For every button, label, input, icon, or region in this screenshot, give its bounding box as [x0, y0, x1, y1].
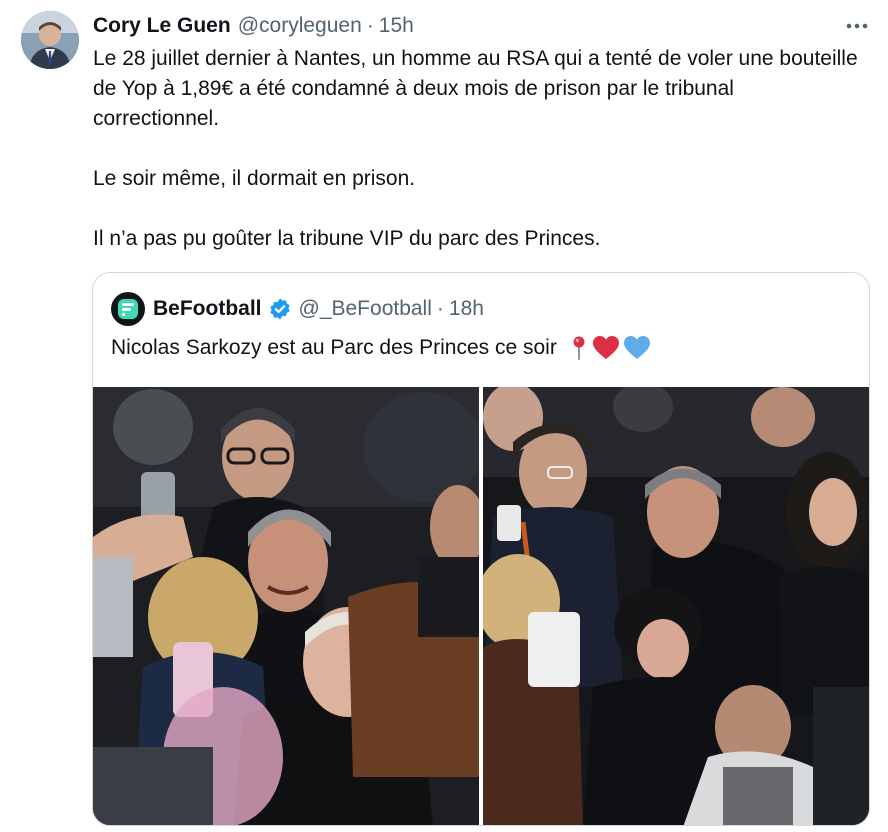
- tweet-timestamp[interactable]: 15h: [379, 14, 414, 38]
- quoted-photo-left[interactable]: [93, 387, 479, 825]
- separator-dot: ·: [436, 297, 444, 320]
- quoted-author-handle[interactable]: @_BeFootball: [299, 297, 432, 321]
- tweet-text: Le 28 juillet dernier à Nantes, un homme…: [93, 44, 863, 254]
- author-name[interactable]: Cory Le Guen: [93, 14, 231, 38]
- round-pushpin-icon: [573, 336, 585, 360]
- red-heart-icon: [592, 336, 619, 359]
- quoted-tweet-header: BeFootball @_BeFootball · 18h: [111, 292, 484, 326]
- quoted-tweet-timestamp[interactable]: 18h: [449, 297, 484, 321]
- tweet-paragraph: Il n’a pas pu goûter la tribune VIP du p…: [93, 227, 601, 250]
- blue-heart-icon: [623, 336, 650, 359]
- ellipsis-icon: [846, 23, 868, 29]
- quoted-photo-right[interactable]: [483, 387, 869, 825]
- quoted-tweet[interactable]: BeFootball @_BeFootball · 18h Nicolas Sa…: [92, 272, 870, 826]
- quoted-tweet-text: Nicolas Sarkozy est au Parc des Princes …: [111, 336, 557, 359]
- quoted-tweet-text-row: Nicolas Sarkozy est au Parc des Princes …: [111, 333, 651, 363]
- author-avatar[interactable]: [21, 11, 79, 69]
- author-handle[interactable]: @coryleguen: [238, 14, 362, 38]
- separator-dot: ·: [366, 14, 374, 37]
- tweet[interactable]: Cory Le Guen @coryleguen · 15h Le 28 jui…: [0, 0, 888, 832]
- befootball-logo-icon: [118, 299, 138, 319]
- quoted-author-avatar[interactable]: [111, 292, 145, 326]
- tweet-paragraph: Le 28 juillet dernier à Nantes, un homme…: [93, 47, 858, 130]
- verified-badge-icon: [268, 297, 292, 321]
- emoji-group: [569, 335, 651, 361]
- tweet-paragraph: Le soir même, il dormait en prison.: [93, 167, 416, 190]
- tweet-header: Cory Le Guen @coryleguen · 15h: [93, 11, 414, 41]
- more-options-button[interactable]: [840, 12, 874, 40]
- quoted-author-name[interactable]: BeFootball: [153, 297, 262, 321]
